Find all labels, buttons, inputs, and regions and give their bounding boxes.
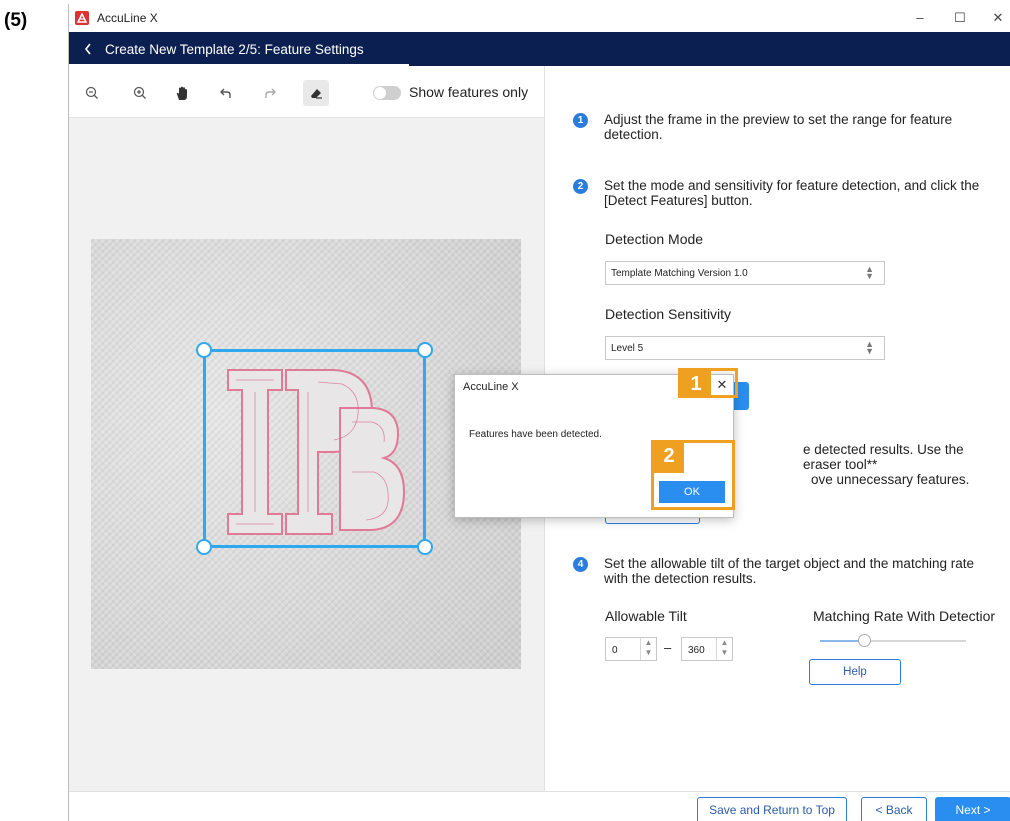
figure-step-label: (5) xyxy=(4,10,28,31)
next-button[interactable]: Next > xyxy=(935,797,1010,821)
detection-sensitivity-label: Detection Sensitivity xyxy=(605,306,732,322)
maximize-button[interactable]: ☐ xyxy=(945,8,975,28)
zoom-out-icon[interactable] xyxy=(81,82,103,104)
show-features-label: Show features only xyxy=(409,84,529,100)
step-text-line-1: e detected results. Use the eraser tool*… xyxy=(803,442,964,472)
tilt-max-input[interactable]: 360 ▲ ▼ xyxy=(681,637,733,661)
dialog-title: AccuLine X xyxy=(463,381,519,393)
zoom-in-icon[interactable] xyxy=(129,82,151,104)
detection-frame[interactable] xyxy=(196,342,433,555)
detection-sensitivity-value: Level 5 xyxy=(611,343,644,354)
title-bar: AccuLine X – ☐ ✕ xyxy=(69,4,1010,32)
tilt-min-input[interactable]: 0 ▲ ▼ xyxy=(605,637,657,661)
tilt-max-value: 360 xyxy=(688,645,705,656)
minimize-button[interactable]: – xyxy=(905,8,935,28)
close-window-button[interactable]: ✕ xyxy=(983,8,1010,28)
frame-handle-top-right[interactable] xyxy=(417,342,433,358)
redo-icon[interactable] xyxy=(259,82,281,104)
step-number-badge: 2 xyxy=(573,179,588,194)
toggle-knob xyxy=(374,87,386,99)
select-arrows-icon: ▲ ▼ xyxy=(865,264,874,281)
tilt-min-value: 0 xyxy=(612,645,618,656)
show-features-toggle[interactable] xyxy=(373,86,401,100)
window-title: AccuLine X xyxy=(97,11,158,25)
spin-arrows-icon[interactable]: ▲ ▼ xyxy=(640,638,656,660)
undo-icon[interactable] xyxy=(215,82,237,104)
detection-mode-label: Detection Mode xyxy=(605,231,704,247)
detection-mode-value: Template Matching Version 1.0 xyxy=(611,268,748,279)
step-number-badge: 4 xyxy=(573,557,588,572)
save-return-button[interactable]: Save and Return to Top xyxy=(697,797,847,821)
back-chevron-icon[interactable] xyxy=(83,41,97,57)
app-logo-icon xyxy=(75,11,89,25)
frame-handle-top-left[interactable] xyxy=(196,342,212,358)
callout-1-number: 1 xyxy=(681,371,711,395)
preview-toolbar: Show features only xyxy=(69,66,544,118)
detection-sensitivity-select[interactable]: Level 5 ▲ ▼ xyxy=(605,336,885,360)
step-text: e detected results. Use the eraser tool*… xyxy=(803,442,1003,487)
tilt-range-dash: – xyxy=(664,640,672,655)
step-text: Set the mode and sensitivity for feature… xyxy=(604,178,980,208)
callout-2-number: 2 xyxy=(654,443,684,473)
hand-icon[interactable] xyxy=(171,82,193,104)
spin-arrows-icon[interactable]: ▲ ▼ xyxy=(716,638,732,660)
figure-root: (5) AccuLine X – ☐ ✕ Create New Template… xyxy=(0,0,1010,821)
detection-mode-select[interactable]: Template Matching Version 1.0 ▲ ▼ xyxy=(605,261,885,285)
matching-rate-slider[interactable] xyxy=(820,634,966,647)
dialog-message: Features have been detected. xyxy=(469,429,602,440)
step-text: Set the allowable tilt of the target obj… xyxy=(604,556,974,586)
page-title: Create New Template 2/5: Feature Setting… xyxy=(105,42,364,57)
bottom-action-bar: Save and Return to Top < Back Next > xyxy=(69,791,1010,821)
step-text-line-2: ove unnecessary features. xyxy=(811,472,970,487)
select-arrows-icon: ▲ ▼ xyxy=(865,339,874,356)
back-button[interactable]: < Back xyxy=(861,797,927,821)
frame-handle-bottom-right[interactable] xyxy=(417,539,433,555)
embroidered-logo xyxy=(227,369,406,535)
matching-rate-label: Matching Rate With Detectior xyxy=(813,608,996,624)
eraser-icon[interactable] xyxy=(303,80,329,106)
allowable-tilt-label: Allowable Tilt xyxy=(605,608,687,624)
step-number-badge: 1 xyxy=(573,113,588,128)
frame-handle-bottom-left[interactable] xyxy=(196,539,212,555)
step-text: Adjust the frame in the preview to set t… xyxy=(604,112,953,142)
slider-knob[interactable] xyxy=(857,634,871,647)
help-button[interactable]: Help xyxy=(809,659,901,685)
page-header: Create New Template 2/5: Feature Setting… xyxy=(69,32,1010,66)
